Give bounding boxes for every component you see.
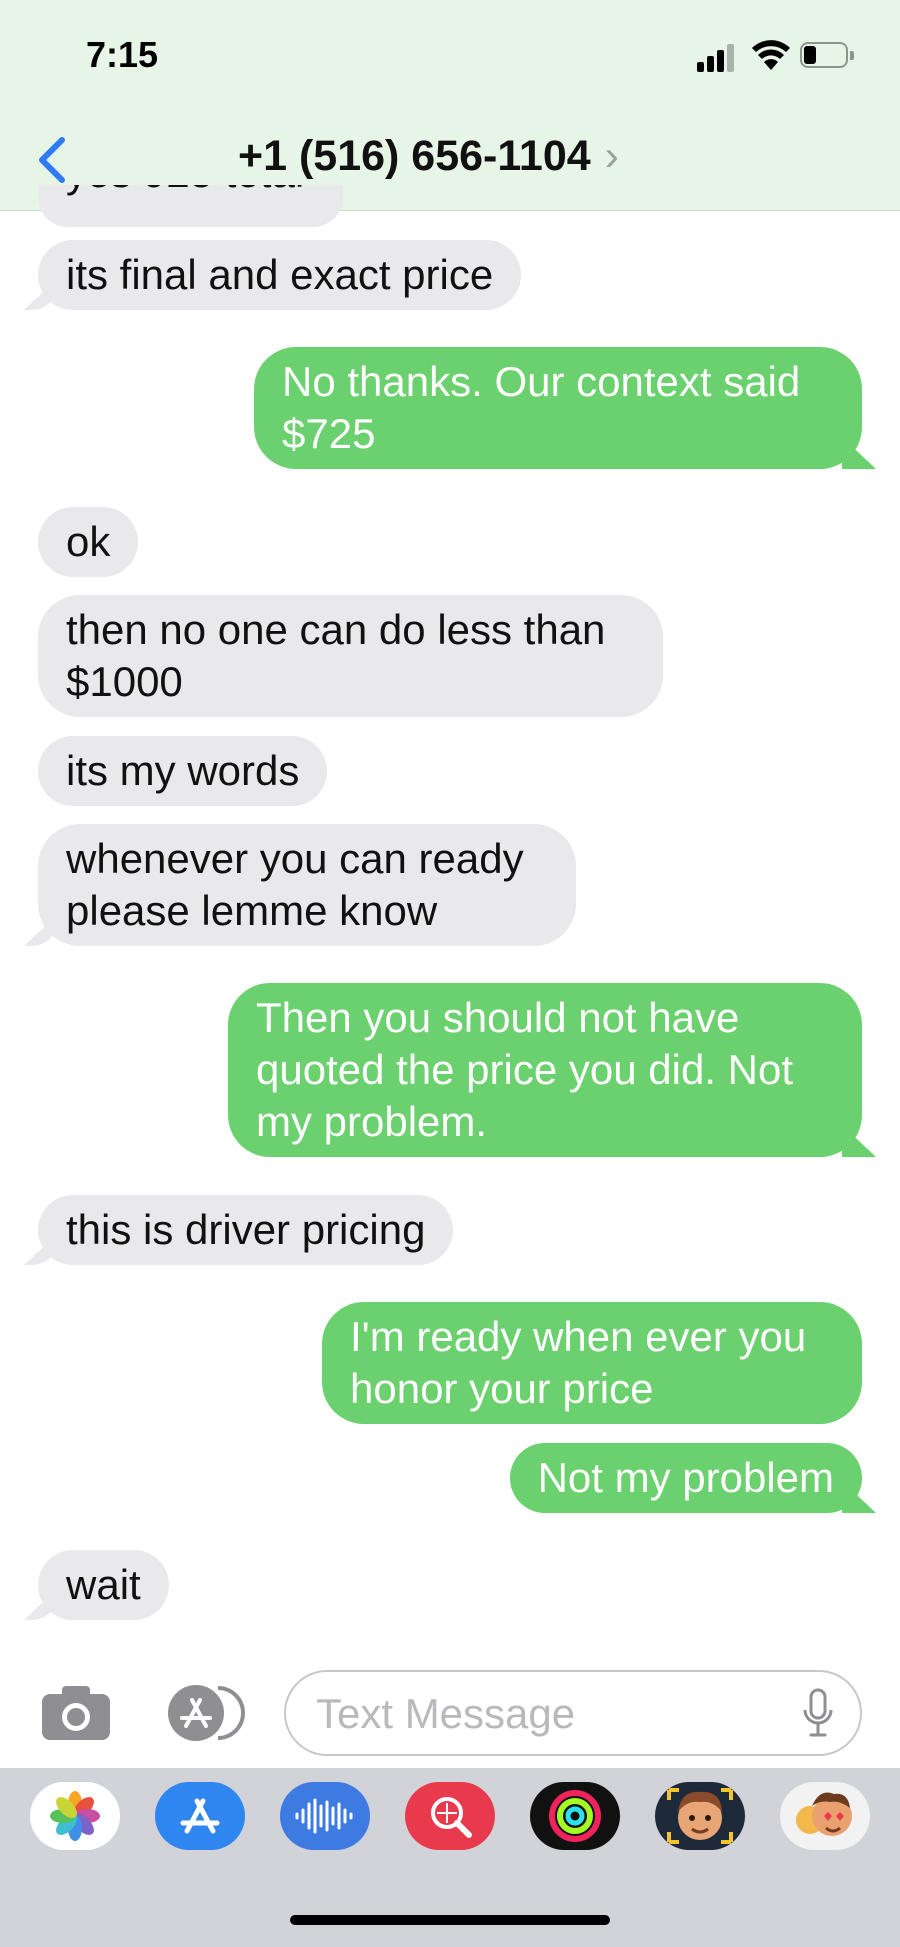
message-sent[interactable]: I'm ready when ever you honor your price — [322, 1302, 862, 1424]
message-received[interactable]: then no one can do less than $1000 — [38, 595, 663, 717]
conversation-header: 7:15 +1 (516) 656-1104 › — [0, 0, 900, 211]
wifi-icon — [752, 40, 790, 70]
message-received[interactable]: ok — [38, 507, 139, 577]
message-text: ok — [66, 518, 111, 565]
app-store-icon[interactable] — [155, 1782, 245, 1850]
activity-icon[interactable] — [530, 1782, 620, 1850]
camera-icon[interactable] — [40, 1684, 112, 1742]
memoji-icon[interactable] — [655, 1782, 745, 1850]
cellular-signal-icon — [697, 42, 737, 72]
message-text: wait — [66, 1561, 141, 1608]
message-text: I'm ready when ever you honor your price — [350, 1313, 807, 1412]
message-text: No thanks. Our context said $725 — [282, 358, 801, 457]
message-text: Then you should not have quoted the pric… — [256, 994, 794, 1145]
message-bubble-partial[interactable]: yes 925 total — [38, 185, 343, 227]
message-input-container — [284, 1670, 862, 1756]
images-search-icon[interactable] — [405, 1782, 495, 1850]
back-chevron-icon[interactable] — [30, 130, 74, 190]
message-received[interactable]: its my words — [38, 736, 328, 806]
message-text: this is driver pricing — [66, 1206, 426, 1253]
status-time: 7:15 — [86, 34, 159, 75]
message-received[interactable]: this is driver pricing — [38, 1195, 454, 1265]
message-text: yes 925 total — [66, 185, 304, 197]
audio-message-icon[interactable] — [280, 1782, 370, 1850]
message-received[interactable]: its final and exact price — [38, 240, 522, 310]
battery-icon — [800, 42, 856, 70]
message-sent[interactable]: Not my problem — [509, 1443, 862, 1513]
app-store-icon[interactable] — [160, 1684, 248, 1742]
chevron-right-icon: › — [604, 132, 619, 180]
microphone-icon[interactable] — [802, 1688, 834, 1740]
home-indicator[interactable] — [290, 1915, 610, 1925]
message-sent[interactable]: Then you should not have quoted the pric… — [228, 983, 862, 1157]
message-text: its my words — [66, 747, 300, 794]
contact-number: +1 (516) 656-1104 — [238, 132, 591, 180]
message-input[interactable] — [314, 1686, 778, 1742]
message-received[interactable]: whenever you can ready please lemme know — [38, 824, 576, 946]
message-text: its final and exact price — [66, 251, 494, 298]
message-text: then no one can do less than $1000 — [66, 606, 606, 705]
message-text: whenever you can ready please lemme know — [66, 835, 524, 934]
message-sent[interactable]: No thanks. Our context said $725 — [254, 347, 862, 469]
message-text: Not my problem — [537, 1454, 834, 1501]
contact-title[interactable]: +1 (516) 656-1104 › — [238, 132, 619, 181]
photos-app-icon[interactable] — [30, 1782, 120, 1850]
animoji-stickers-icon[interactable] — [780, 1782, 870, 1850]
message-received[interactable]: wait — [38, 1550, 169, 1620]
